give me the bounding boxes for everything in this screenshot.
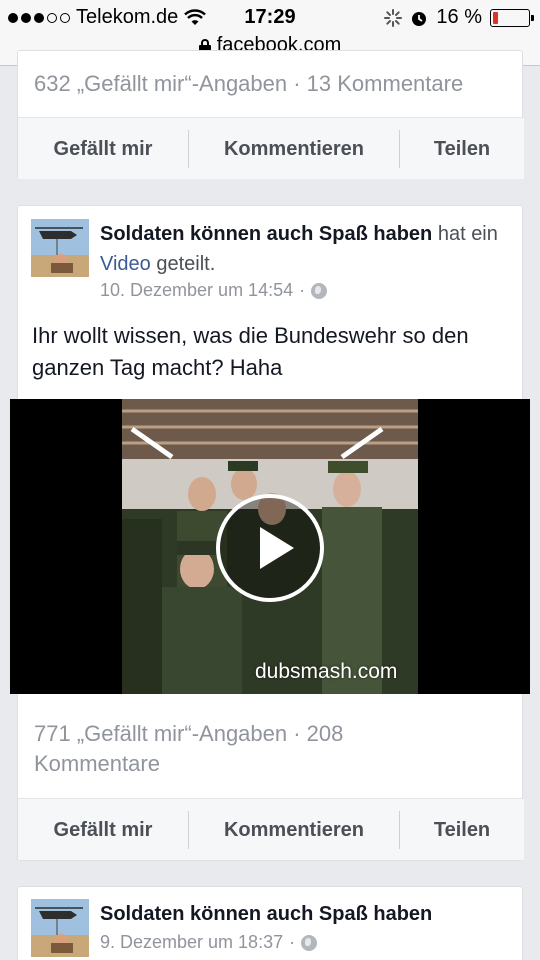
globe-icon (301, 934, 318, 951)
meta-separator: · (289, 932, 296, 952)
video-link[interactable]: Video (100, 253, 151, 275)
post-header: Soldaten können auch Spaß haben (100, 899, 506, 929)
like-button[interactable]: Gefällt mir (18, 799, 188, 861)
play-icon[interactable] (216, 494, 324, 602)
like-button[interactable]: Gefällt mir (18, 118, 188, 180)
post-timestamp[interactable]: 10. Dezember um 14:54 (100, 280, 293, 301)
activity-icon (384, 8, 403, 27)
stats-line-1: 771 „Gefällt mir“-Angaben · 208 (34, 721, 344, 746)
post-actions: Gefällt mir Kommentieren Teilen (18, 798, 524, 860)
video-watermark: dubsmash.com (255, 660, 398, 683)
like-comment-count[interactable]: 771 „Gefällt mir“-Angaben · 208 Kommenta… (34, 719, 343, 779)
meta-separator: · (299, 280, 306, 300)
comment-button[interactable]: Kommentieren (189, 799, 399, 861)
avatar[interactable] (31, 219, 89, 277)
battery-icon (490, 8, 534, 27)
shared-prefix: hat ein (437, 223, 498, 245)
share-button[interactable]: Teilen (400, 118, 524, 180)
post-timestamp[interactable]: 9. Dezember um 18:37 (100, 932, 283, 953)
alarm-icon (412, 11, 427, 26)
comment-button[interactable]: Kommentieren (189, 118, 399, 180)
post-meta: 10. Dezember um 14:54 · (100, 280, 328, 301)
post-text: Ihr wollt wissen, was die Bundeswehr so … (32, 323, 469, 380)
share-button[interactable]: Teilen (400, 799, 524, 861)
stats-line-2: Kommentare (34, 751, 160, 776)
previous-post-card: 632 „Gefällt mir“-Angaben · 13 Kommentar… (17, 50, 524, 179)
post-header: Soldaten können auch Spaß haben hat ein … (100, 219, 506, 279)
post-meta: 9. Dezember um 18:37 · (100, 932, 318, 953)
page-name-link[interactable]: Soldaten können auch Spaß haben (100, 903, 432, 925)
shared-suffix: geteilt. (156, 253, 216, 275)
avatar[interactable] (31, 899, 89, 957)
globe-icon (311, 282, 328, 299)
post-actions: Gefällt mir Kommentieren Teilen (18, 117, 524, 179)
next-post-card: Soldaten können auch Spaß haben 9. Dezem… (17, 886, 523, 960)
like-comment-count[interactable]: 632 „Gefällt mir“-Angaben · 13 Kommentar… (34, 69, 463, 99)
battery-percent: 16 % (436, 6, 482, 28)
page-name-link[interactable]: Soldaten können auch Spaß haben (100, 223, 432, 245)
